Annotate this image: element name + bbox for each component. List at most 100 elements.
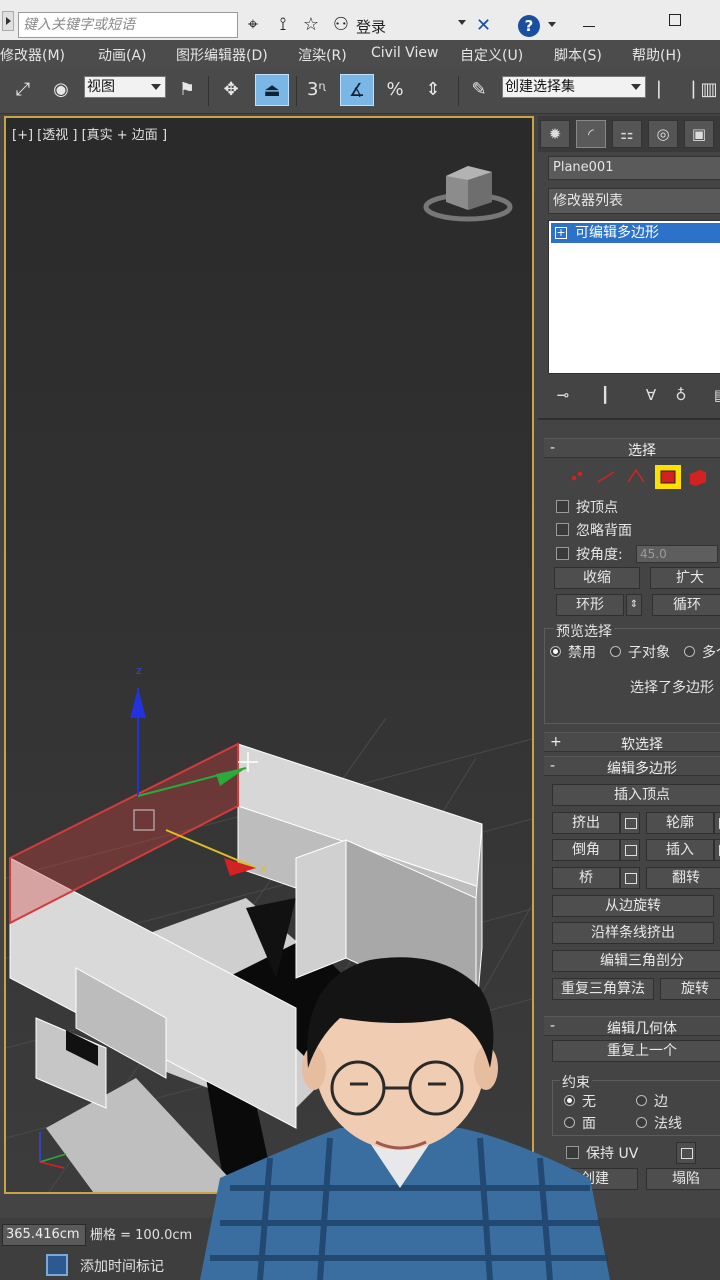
- angle-snap-icon[interactable]: ∡: [340, 74, 374, 106]
- menu-customize[interactable]: 自定义(U): [460, 45, 523, 65]
- menu-scripting[interactable]: 脚本(S): [554, 45, 602, 65]
- make-unique-icon[interactable]: ∀: [640, 384, 662, 406]
- named-selection-value: 创建选择集: [505, 79, 575, 95]
- constraint-edge-radio[interactable]: [636, 1095, 647, 1106]
- minimize-button[interactable]: [583, 26, 595, 27]
- chevron-down-icon[interactable]: [458, 20, 466, 25]
- extrude-button[interactable]: 挤出: [552, 812, 620, 834]
- outline-button[interactable]: 轮廓: [646, 812, 714, 834]
- stack-item-editable-poly[interactable]: + 可编辑多边形: [551, 223, 720, 243]
- menu-graph-editors[interactable]: 图形编辑器(D): [176, 45, 268, 65]
- snap-toggle-icon[interactable]: 3ᶯ: [302, 74, 332, 106]
- ignore-backfacing-checkbox[interactable]: [556, 523, 569, 536]
- expand-menu-button[interactable]: [2, 11, 14, 31]
- sphere-icon[interactable]: ◉: [46, 74, 76, 106]
- by-angle-label: 按角度:: [576, 547, 623, 563]
- menu-rendering[interactable]: 渲染(R): [298, 45, 347, 65]
- coordinate-field[interactable]: 365.416cm: [2, 1224, 86, 1246]
- extrude-along-spline-button[interactable]: 沿样条线挤出: [552, 922, 714, 944]
- loop-button[interactable]: 循环: [652, 594, 720, 616]
- preview-multi-radio[interactable]: [684, 646, 695, 657]
- spinner-snap-icon[interactable]: ⇕: [418, 74, 448, 106]
- chevron-down-icon[interactable]: [548, 22, 556, 27]
- rollout-edit-polygons-title: 编辑多边形: [607, 761, 677, 777]
- by-angle-checkbox[interactable]: [556, 547, 569, 560]
- bridge-button[interactable]: 桥: [552, 867, 620, 889]
- modify-tab-icon[interactable]: ◜: [576, 120, 606, 148]
- star-icon[interactable]: ☆: [300, 14, 322, 36]
- bevel-button[interactable]: 倒角: [552, 839, 620, 861]
- add-time-tag-link[interactable]: 添加时间标记: [80, 1256, 164, 1276]
- constraint-edge-label: 边: [654, 1094, 668, 1110]
- insert-vertex-button[interactable]: 插入顶点: [552, 784, 720, 806]
- modifier-stack[interactable]: + 可编辑多边形: [548, 220, 720, 374]
- menu-modifiers[interactable]: 修改器(M): [0, 45, 65, 65]
- axis-x-label: x: [260, 862, 267, 875]
- move-icon[interactable]: ✥: [216, 74, 246, 106]
- named-selection-combo[interactable]: 创建选择集: [502, 76, 646, 98]
- bevel-settings-icon[interactable]: [620, 839, 640, 861]
- preserve-uv-settings-icon[interactable]: [676, 1142, 696, 1164]
- align-icon[interactable]: ▥: [694, 74, 720, 106]
- ring-spinner[interactable]: ⇕: [626, 594, 642, 616]
- preview-multi-label: 多个: [702, 645, 720, 661]
- preview-off-radio[interactable]: [550, 646, 561, 657]
- constraint-normal-label: 法线: [654, 1116, 682, 1132]
- menu-animation[interactable]: 动画(A): [98, 45, 147, 65]
- by-vertex-checkbox[interactable]: [556, 500, 569, 513]
- satellite-icon[interactable]: ⟟: [272, 14, 294, 36]
- preview-subobject-radio[interactable]: [610, 646, 621, 657]
- extrude-settings-icon[interactable]: [620, 812, 640, 834]
- modifier-list-dropdown[interactable]: 修改器列表: [548, 188, 720, 214]
- help-icon[interactable]: ?: [518, 15, 540, 37]
- user-icon: ⚇: [332, 14, 350, 35]
- rollout-selection[interactable]: - 选择: [544, 438, 720, 459]
- bridge-settings-icon[interactable]: [620, 867, 640, 889]
- subobject-level-icons[interactable]: [568, 464, 720, 492]
- rollout-edit-polygons[interactable]: - 编辑多边形: [544, 756, 720, 777]
- pivot-icon[interactable]: ⚑: [172, 74, 202, 106]
- create-tab-icon[interactable]: ✹: [540, 120, 570, 148]
- keyboard-shortcut-override-icon[interactable]: ⏏: [255, 74, 289, 106]
- search-input[interactable]: 键入关键字或短语: [18, 12, 238, 38]
- rollout-soft-selection[interactable]: + 软选择: [544, 732, 720, 753]
- turn-button[interactable]: 旋转: [660, 978, 720, 1000]
- reference-coordinate-value: 视图: [87, 79, 115, 95]
- percent-snap-icon[interactable]: %: [380, 74, 410, 106]
- hierarchy-tab-icon[interactable]: ⚏: [612, 120, 642, 148]
- ring-button[interactable]: 环形: [556, 594, 624, 616]
- binoculars-icon[interactable]: ⌖: [242, 14, 264, 36]
- title-bar: 键入关键字或短语 ⌖ ⟟ ☆ ⚇ 登录 ✕ ?: [0, 0, 720, 40]
- motion-tab-icon[interactable]: ◎: [648, 120, 678, 148]
- object-name-field[interactable]: Plane001: [548, 156, 720, 180]
- reference-coordinate-combo[interactable]: 视图: [84, 76, 166, 98]
- display-tab-icon[interactable]: ▣: [684, 120, 714, 148]
- grow-button[interactable]: 扩大: [650, 567, 720, 589]
- constraint-normal-radio[interactable]: [636, 1117, 647, 1128]
- angle-spinner[interactable]: 45.0: [636, 545, 718, 563]
- shrink-button[interactable]: 收缩: [554, 567, 640, 589]
- configure-sets-icon[interactable]: ▤: [710, 384, 720, 406]
- exchange-icon[interactable]: ✕: [476, 16, 500, 36]
- expand-icon[interactable]: +: [555, 227, 567, 239]
- collapse-button[interactable]: 塌陷: [646, 1168, 720, 1190]
- maximize-button[interactable]: [669, 14, 681, 26]
- show-end-result-icon[interactable]: ┃: [594, 384, 616, 406]
- flip-button[interactable]: 翻转: [646, 867, 720, 889]
- menu-help[interactable]: 帮助(H): [632, 45, 681, 65]
- time-tag-icon[interactable]: [46, 1254, 68, 1276]
- edit-named-selection-icon[interactable]: ✎: [464, 74, 494, 106]
- command-panel-tabs: ✹ ◜ ⚏ ◎ ▣: [538, 116, 720, 152]
- menu-civil-view[interactable]: Civil View: [371, 45, 438, 61]
- by-vertex-label: 按顶点: [576, 500, 618, 516]
- inset-button[interactable]: 插入: [646, 839, 714, 861]
- inset-settings-icon[interactable]: [714, 839, 720, 861]
- login-link[interactable]: 登录: [356, 16, 386, 37]
- hinge-from-edge-button[interactable]: 从边旋转: [552, 895, 714, 917]
- scale-icon[interactable]: ⤢: [8, 74, 38, 106]
- remove-modifier-icon[interactable]: ♁: [670, 384, 692, 406]
- mirror-icon[interactable]: ⎸⎹: [658, 74, 694, 106]
- rollout-selection-title: 选择: [628, 443, 656, 459]
- pin-stack-icon[interactable]: ⊸: [552, 384, 574, 406]
- outline-settings-icon[interactable]: [714, 812, 720, 834]
